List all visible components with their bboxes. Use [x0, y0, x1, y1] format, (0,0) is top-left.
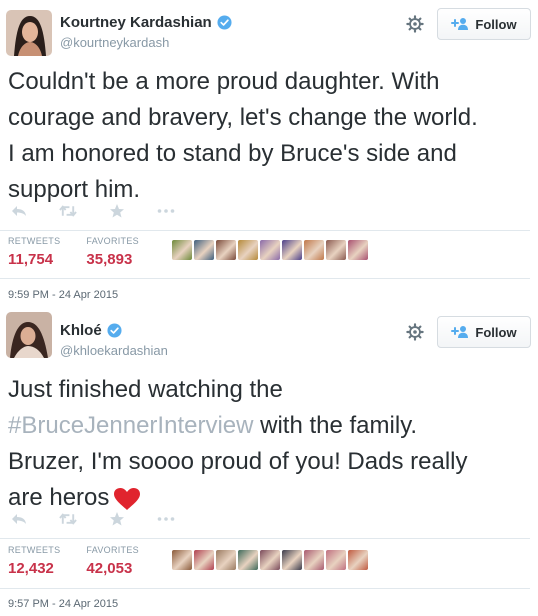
more-icon[interactable] [157, 510, 175, 528]
retweets-count: 12,432 [8, 560, 54, 577]
hashtag-link[interactable]: #BruceJennerInterview [8, 412, 253, 439]
user-avatar-thumbnail[interactable] [326, 550, 346, 570]
avatar[interactable] [6, 312, 52, 358]
user-avatar-thumbnail[interactable] [194, 550, 214, 570]
user-avatar-thumbnail[interactable] [172, 550, 192, 570]
tweet-text-line: Bruzer, I'm soooo proud of you! Dads rea… [8, 448, 468, 475]
tweet-text-line: #BruceJennerInterview with the family. [8, 408, 528, 444]
divider [0, 538, 530, 539]
user-avatar-thumbnail[interactable] [238, 550, 258, 570]
retweets-stat[interactable]: RETWEETS 12,432 [8, 545, 60, 577]
retweets-label: RETWEETS [8, 545, 61, 555]
gear-icon[interactable] [406, 323, 424, 341]
reply-icon[interactable] [10, 510, 28, 528]
favorites-label: FAVORITES [86, 545, 139, 555]
verified-badge-icon [107, 323, 122, 338]
display-name[interactable]: Khloé [60, 322, 102, 339]
tweet-timestamp[interactable]: 9:57 PM - 24 Apr 2015 [8, 598, 118, 610]
divider [0, 588, 530, 589]
user-avatar-thumbnail[interactable] [304, 550, 324, 570]
tweet: Khloé @khloekardashian Follow Just finis… [0, 0, 538, 616]
tweet-stats: RETWEETS 12,432 FAVORITES 42,053 [8, 545, 165, 577]
user-avatar-thumbnail[interactable] [348, 550, 368, 570]
tweet-text-line: Just finished watching the [8, 376, 283, 403]
tweet-text-fragment: are heros [8, 484, 110, 511]
user-name-row: Khloé [60, 322, 122, 339]
favorites-count: 42,053 [86, 560, 133, 577]
tweet-text-fragment: with the family. [253, 412, 418, 439]
heart-icon [114, 487, 141, 510]
add-user-icon [451, 326, 469, 338]
star-icon[interactable] [108, 510, 126, 528]
tweet-actions [10, 510, 206, 528]
user-avatar-thumbnail[interactable] [216, 550, 236, 570]
follow-button-label: Follow [475, 324, 517, 340]
retweet-icon[interactable] [59, 510, 77, 528]
user-avatar-thumbnail[interactable] [260, 550, 280, 570]
user-handle[interactable]: @khloekardashian [60, 343, 168, 358]
user-avatar-thumbnail[interactable] [282, 550, 302, 570]
favorites-stat[interactable]: FAVORITES 42,053 [86, 545, 139, 577]
follow-button[interactable]: Follow [437, 316, 531, 348]
favoriting-users-avatars [172, 550, 370, 570]
tweet-text: Just finished watching the #BruceJennerI… [8, 372, 528, 516]
